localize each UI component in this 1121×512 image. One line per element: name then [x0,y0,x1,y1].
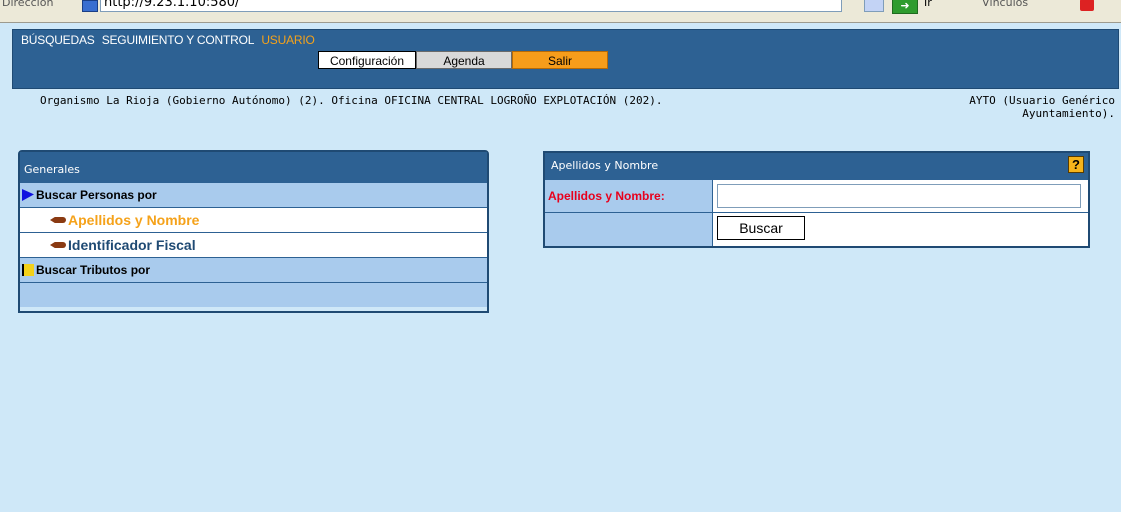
search-panel: Apellidos y Nombre ? Apellidos y Nombre:… [543,151,1090,248]
menu-item-identificador-fiscal[interactable]: Identificador Fiscal [20,232,487,257]
configuracion-button[interactable]: Configuración [318,51,416,69]
buscar-button[interactable]: Buscar [717,216,805,240]
menu-item-label: Apellidos y Nombre [68,212,200,228]
go-button-label[interactable]: Ir [924,0,932,9]
generales-menu-panel: Generales Buscar Personas por Apellidos … [18,150,489,313]
menu-section-label: Buscar Personas por [36,188,157,202]
apellidos-nombre-input[interactable] [717,184,1081,208]
menu-item-apellidos-nombre[interactable]: Apellidos y Nombre [20,207,487,232]
nav-buttons: Configuración Agenda Salir [318,51,608,69]
agenda-button[interactable]: Agenda [416,51,512,69]
search-panel-title: Apellidos y Nombre [551,159,659,172]
search-button-row: Buscar [545,212,1088,246]
links-label[interactable]: Vínculos [982,0,1028,9]
menu-section-buscar-tributos[interactable]: Buscar Tributos por [20,257,487,282]
page-icon [82,0,98,12]
search-button-cell: Buscar [713,213,1088,246]
menu-header: Generales [20,152,487,182]
address-label: Dirección [2,0,54,9]
blue-flag-icon [22,189,34,201]
yellow-flag-icon [22,264,34,276]
browser-address-strip: Dirección http://9.23.1.10:580/ ➜ Ir Vín… [0,0,1121,23]
search-field-row: Apellidos y Nombre: [545,179,1088,212]
office-info: Organismo La Rioja (Gobierno Autónomo) (… [40,94,663,107]
search-panel-header: Apellidos y Nombre ? [545,153,1088,179]
nav-link-usuario[interactable]: USUARIO [261,33,314,47]
user-info: AYTO (Usuario Genérico Ayuntamiento). [969,94,1115,120]
search-input-cell [713,180,1088,212]
address-url[interactable]: http://9.23.1.10:580/ [104,0,239,10]
menu-section-label: Buscar Tributos por [36,263,151,277]
help-icon[interactable]: ? [1068,156,1084,173]
nav-link-busquedas[interactable]: BÚSQUEDAS [21,33,95,47]
menu-section-buscar-personas[interactable]: Buscar Personas por [20,182,487,207]
search-field-label: Apellidos y Nombre: [545,180,713,212]
address-dropdown-button[interactable] [864,0,884,12]
menu-item-label: Identificador Fiscal [68,237,196,253]
nav-links: BÚSQUEDAS SEGUIMIENTO Y CONTROL USUARIO [21,33,319,47]
nav-link-seguimiento[interactable]: SEGUIMIENTO Y CONTROL [102,33,255,47]
menu-empty-row [20,282,487,307]
salir-button[interactable]: Salir [512,51,608,69]
top-navigation: BÚSQUEDAS SEGUIMIENTO Y CONTROL USUARIO … [12,29,1119,89]
pencil-icon [50,217,66,223]
go-arrow-icon[interactable]: ➜ [892,0,918,14]
search-empty-cell [545,213,713,246]
pencil-icon [50,242,66,248]
adobe-icon[interactable] [1080,0,1094,11]
